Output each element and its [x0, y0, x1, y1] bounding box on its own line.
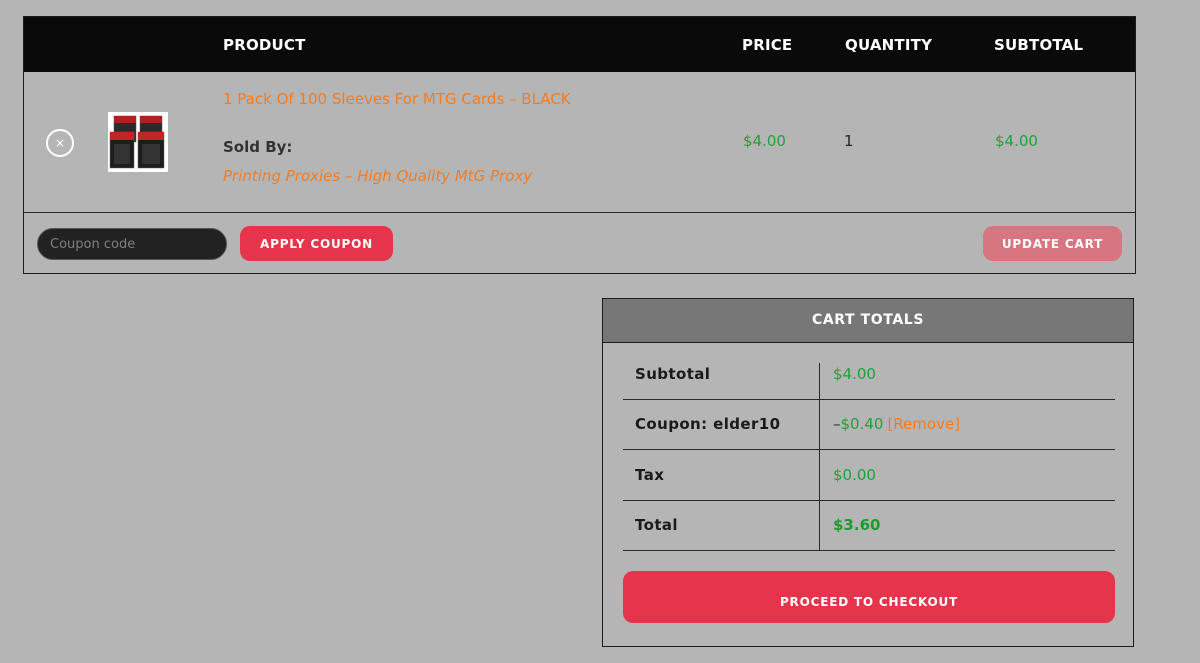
- tax-value: $0.00: [833, 466, 876, 484]
- cart-item-row: × 1 Pack Of 100 Sleeves For MTG Cards – …: [24, 72, 1135, 213]
- column-header-product: PRODUCT: [223, 36, 306, 54]
- cart-totals-panel: CART TOTALS Subtotal $4.00 Coupon: elder…: [602, 298, 1134, 647]
- tax-label: Tax: [635, 466, 665, 484]
- cart-actions: APPLY COUPON UPDATE CART: [24, 213, 1135, 273]
- product-thumbnail[interactable]: [108, 112, 168, 172]
- coupon-label: Coupon: elder10: [635, 415, 781, 433]
- totals-row-tax: Tax $0.00: [623, 450, 1115, 501]
- cart-totals-title: CART TOTALS: [603, 299, 1133, 343]
- totals-column-divider: [819, 363, 820, 399]
- subtotal-value: $4.00: [833, 365, 876, 383]
- column-header-quantity: QUANTITY: [845, 36, 933, 54]
- update-cart-button[interactable]: UPDATE CART: [983, 226, 1122, 261]
- totals-row-coupon: Coupon: elder10 –$0.40 [Remove]: [623, 399, 1115, 450]
- apply-coupon-button[interactable]: APPLY COUPON: [240, 226, 393, 261]
- sold-by-label: Sold By:: [223, 138, 293, 156]
- item-price: $4.00: [743, 132, 786, 150]
- totals-column-divider: [819, 500, 820, 550]
- totals-column-divider: [819, 399, 820, 449]
- coupon-discount: –$0.40 [Remove]: [833, 415, 960, 433]
- column-header-price: PRICE: [742, 36, 793, 54]
- cart-table: PRODUCT PRICE QUANTITY SUBTOTAL × 1 Pack…: [23, 16, 1136, 274]
- remove-item-icon[interactable]: ×: [46, 129, 74, 157]
- totals-row-subtotal: Subtotal $4.00: [623, 363, 1115, 400]
- item-subtotal: $4.00: [995, 132, 1038, 150]
- coupon-discount-value: $0.40: [840, 415, 884, 433]
- total-value: $3.60: [833, 516, 881, 534]
- totals-column-divider: [819, 450, 820, 500]
- column-header-subtotal: SUBTOTAL: [994, 36, 1084, 54]
- coupon-code-input[interactable]: [37, 228, 227, 260]
- totals-row-total: Total $3.60: [623, 500, 1115, 551]
- total-label: Total: [635, 516, 678, 534]
- item-quantity[interactable]: 1: [844, 132, 854, 150]
- discount-minus-sign: –: [833, 415, 841, 433]
- cart-table-header: PRODUCT PRICE QUANTITY SUBTOTAL: [24, 17, 1135, 72]
- remove-coupon-link[interactable]: [Remove]: [887, 415, 960, 433]
- vendor-link[interactable]: Printing Proxies – High Quality MtG Prox…: [223, 167, 532, 185]
- proceed-to-checkout-button[interactable]: PROCEED TO CHECKOUT: [623, 571, 1115, 623]
- subtotal-label: Subtotal: [635, 365, 711, 383]
- product-name-link[interactable]: 1 Pack Of 100 Sleeves For MTG Cards – BL…: [223, 90, 571, 108]
